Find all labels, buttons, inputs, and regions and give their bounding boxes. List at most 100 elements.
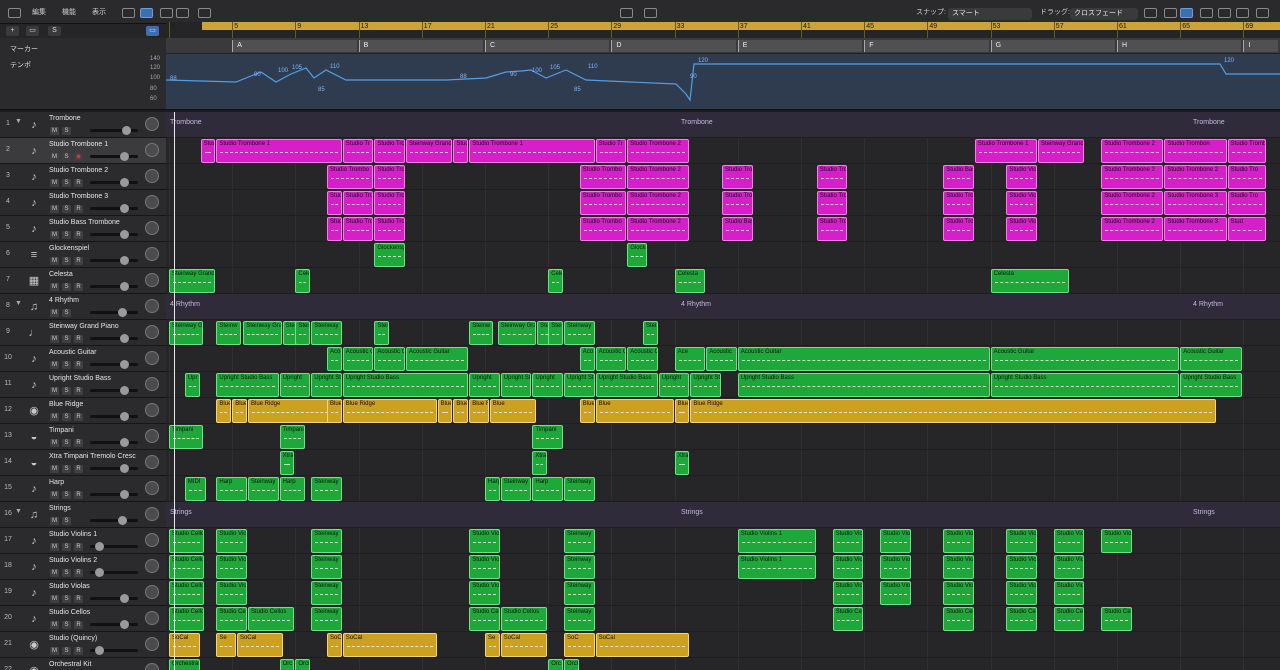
pencil-tool-icon[interactable]: [644, 8, 657, 18]
volume-knob[interactable]: [120, 464, 129, 473]
midi-region[interactable]: Studio Trombone 2: [627, 165, 690, 189]
midi-region[interactable]: Studio Viol: [469, 555, 500, 579]
track-name[interactable]: Studio (Quincy): [49, 635, 97, 642]
snap-select[interactable]: スマート: [948, 8, 1032, 20]
mute-button[interactable]: M: [50, 569, 59, 577]
midi-region[interactable]: Stei: [643, 321, 658, 345]
track-header-10[interactable]: 10 ♪ Acoustic Guitar M S R: [0, 346, 166, 372]
track-header-5[interactable]: 5 ♪ Studio Bass Trombone M S R: [0, 216, 166, 242]
midi-region[interactable]: Upright: [658, 373, 690, 397]
track-name[interactable]: Glockenspiel: [49, 245, 89, 252]
midi-region[interactable]: Stei: [374, 321, 390, 345]
volume-fader[interactable]: [90, 646, 138, 655]
midi-region[interactable]: Harp: [532, 477, 563, 501]
midi-region[interactable]: Studio Viol: [1053, 581, 1085, 605]
midi-region[interactable]: Steinway: [311, 555, 342, 579]
midi-region[interactable]: Studio Tr: [342, 139, 374, 163]
volume-knob[interactable]: [120, 178, 129, 187]
pan-knob[interactable]: [145, 169, 159, 183]
midi-region[interactable]: Studio Tr: [595, 139, 627, 163]
midi-region[interactable]: Studio Trombone 2: [1101, 191, 1164, 215]
mute-button[interactable]: M: [50, 127, 59, 135]
marker-f[interactable]: F: [864, 40, 989, 52]
track-header-19[interactable]: 19 ♪ Studio Violas M S R: [0, 580, 166, 606]
midi-region[interactable]: Stud: [200, 139, 216, 163]
midi-region[interactable]: Studio Viol: [1006, 581, 1037, 605]
pan-knob[interactable]: [145, 559, 159, 573]
track-header-4[interactable]: 4 ♪ Studio Trombone 3 M S R: [0, 190, 166, 216]
midi-region[interactable]: Acoustic Guitar: [737, 347, 990, 371]
midi-region[interactable]: Studio Cellos: [500, 607, 548, 631]
track-header-16[interactable]: 16 ▼ ♫ Strings M S: [0, 502, 166, 528]
track-lane-16[interactable]: [166, 502, 1280, 528]
volume-knob[interactable]: [118, 308, 127, 317]
midi-region[interactable]: Studio Tro: [1227, 191, 1267, 215]
solo-button[interactable]: S: [62, 569, 71, 577]
midi-region[interactable]: Studio Tro: [943, 191, 974, 215]
mute-button[interactable]: M: [50, 257, 59, 265]
mute-button[interactable]: M: [50, 465, 59, 473]
track-name[interactable]: Orchestral Kit: [49, 661, 91, 668]
solo-button[interactable]: S: [48, 26, 61, 36]
midi-region[interactable]: Acoustic Guitar: [1180, 347, 1243, 371]
solo-button[interactable]: S: [62, 439, 71, 447]
midi-region[interactable]: Studio Trombone 2: [1101, 217, 1164, 241]
volume-knob[interactable]: [120, 386, 129, 395]
midi-region[interactable]: Acoustic Guitar: [990, 347, 1180, 371]
pan-knob[interactable]: [145, 377, 159, 391]
record-button[interactable]: R: [74, 231, 83, 239]
disclosure-triangle-icon[interactable]: ▼: [15, 300, 22, 307]
track-lane-1[interactable]: [166, 112, 1280, 138]
midi-region[interactable]: Stud: [453, 139, 469, 163]
solo-button[interactable]: S: [62, 543, 71, 551]
midi-region[interactable]: SoC: [327, 633, 342, 657]
track-name[interactable]: Acoustic Guitar: [49, 349, 96, 356]
volume-knob[interactable]: [120, 490, 129, 499]
pan-knob[interactable]: [145, 611, 159, 625]
midi-region[interactable]: MIDI: [184, 477, 206, 501]
track-header-2[interactable]: 2 ♪ Studio Trombone 1 M S ◉: [0, 138, 166, 164]
midi-region[interactable]: Studio Violins 1: [737, 555, 816, 579]
track-lane-13[interactable]: [166, 424, 1280, 450]
midi-region[interactable]: Blue: [232, 399, 247, 423]
volume-knob[interactable]: [120, 360, 129, 369]
midi-region[interactable]: Xtra: [532, 451, 548, 475]
midi-region[interactable]: Xtra: [674, 451, 690, 475]
midi-region[interactable]: Blue Ridge: [690, 399, 1216, 423]
global-tracks-toggle[interactable]: ▭: [146, 26, 159, 36]
midi-region[interactable]: Studio Viol: [216, 581, 247, 605]
midi-region[interactable]: Aco: [327, 347, 342, 371]
volume-knob[interactable]: [95, 542, 104, 551]
mute-button[interactable]: M: [50, 361, 59, 369]
midi-region[interactable]: Upright St: [564, 373, 595, 397]
midi-region[interactable]: Upright: [532, 373, 563, 397]
solo-button[interactable]: S: [62, 465, 71, 473]
record-button[interactable]: R: [74, 413, 83, 421]
pan-knob[interactable]: [145, 325, 159, 339]
arrow-up-icon[interactable]: [1218, 8, 1231, 18]
midi-region[interactable]: Studio Trombone: [1227, 139, 1267, 163]
pan-knob[interactable]: [145, 637, 159, 651]
pan-knob[interactable]: [145, 351, 159, 365]
midi-region[interactable]: Studio Viol: [1053, 555, 1085, 579]
midi-region[interactable]: Stei: [548, 321, 563, 345]
pan-knob[interactable]: [145, 117, 159, 131]
midi-region[interactable]: Blue Ridge: [469, 399, 489, 423]
volume-fader[interactable]: [90, 334, 138, 343]
midi-region[interactable]: Upright Studio Bass: [595, 373, 658, 397]
volume-knob[interactable]: [120, 230, 129, 239]
bar-ruler[interactable]: 1 5 9 13 17 21 25 29 33 37 41 45 49 53 57 61 65 69: [166, 22, 1280, 38]
midi-region[interactable]: Studio Viol: [943, 555, 974, 579]
marker-g[interactable]: G: [990, 40, 1115, 52]
track-lane-22[interactable]: [166, 658, 1280, 670]
midi-region[interactable]: Stud: [1227, 217, 1267, 241]
midi-region[interactable]: Studio Viol: [1006, 191, 1037, 215]
midi-region[interactable]: Studio Viol: [880, 581, 911, 605]
mute-button[interactable]: M: [50, 491, 59, 499]
menu-edit[interactable]: 編集: [32, 7, 46, 19]
midi-region[interactable]: Stei: [295, 321, 311, 345]
volume-knob[interactable]: [120, 438, 129, 447]
track-header-11[interactable]: 11 ♪ Upright Studio Bass M S R: [0, 372, 166, 398]
midi-region[interactable]: Blue Ridge: [579, 399, 595, 423]
marker-a[interactable]: A: [232, 40, 357, 52]
